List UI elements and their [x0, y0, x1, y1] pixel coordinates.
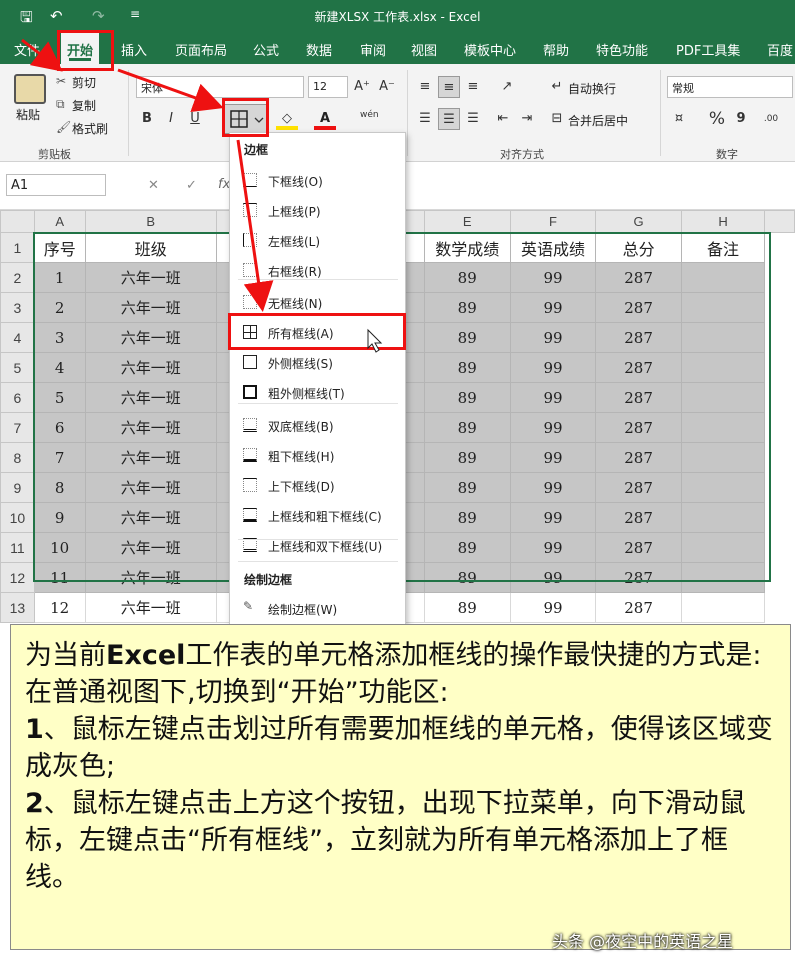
- instruction-callout: 为当前Excel工作表的单元格添加框线的操作最快捷的方式是: 在普通视图下,切换…: [10, 624, 791, 950]
- annotation-arrows: [21, 38, 383, 353]
- callout-line-2: 在普通视图下,切换到“开始”功能区:: [25, 677, 449, 708]
- callout-line-1: 为当前Excel工作表的单元格添加框线的操作最快捷的方式是:: [25, 640, 762, 671]
- callout-line-4: 2、鼠标左键点击上方这个按钮，出现下拉菜单，向下滑动鼠标，左键点击“所有框线”，…: [25, 788, 746, 893]
- callout-line-3: 1、鼠标左键点击划过所有需要加框线的单元格，使得该区域变成灰色;: [25, 714, 773, 782]
- watermark: 头条 @夜空中的英语之星: [552, 932, 734, 951]
